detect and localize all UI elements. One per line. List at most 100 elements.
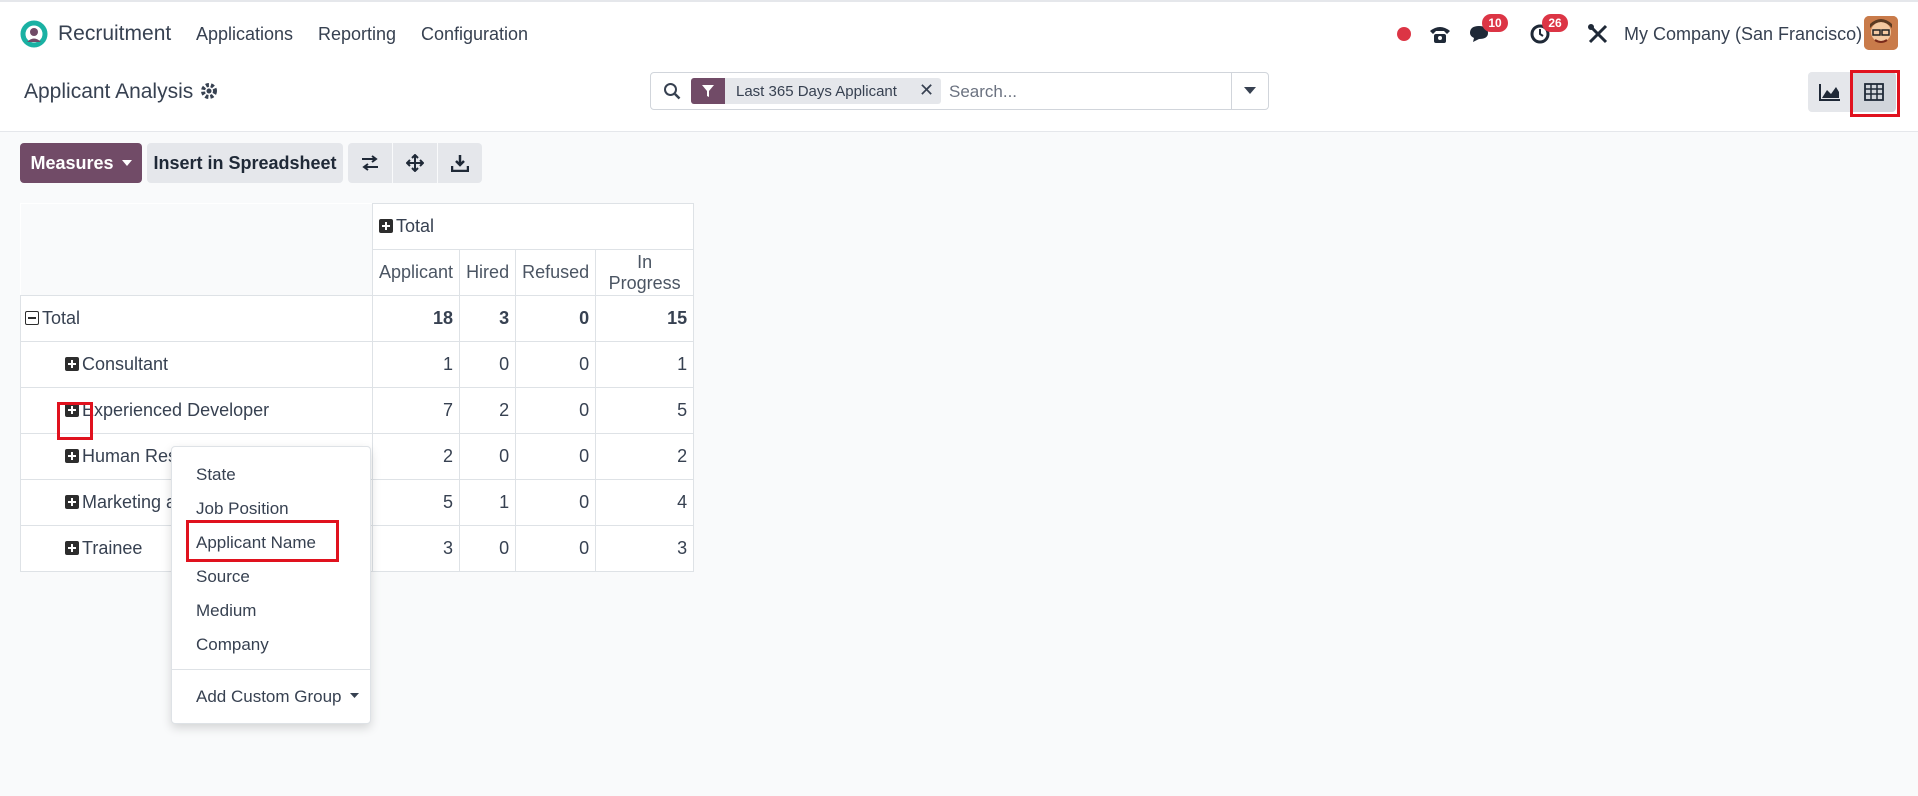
filter-funnel-icon bbox=[691, 78, 725, 104]
row-header[interactable]: Consultant bbox=[20, 341, 373, 388]
expand-plus-icon bbox=[65, 495, 79, 509]
expand-plus-icon bbox=[65, 449, 79, 463]
groupby-option-company[interactable]: Company bbox=[196, 635, 269, 655]
recruitment-logo-icon[interactable] bbox=[20, 20, 48, 48]
company-switcher[interactable]: My Company (San Francisco) bbox=[1624, 24, 1862, 45]
messages-badge: 10 bbox=[1482, 14, 1508, 32]
cell-value[interactable]: 0 bbox=[515, 479, 597, 526]
activities-badge: 26 bbox=[1542, 14, 1568, 32]
col-header-measure[interactable]: Applicant bbox=[371, 249, 461, 296]
nav-configuration[interactable]: Configuration bbox=[421, 24, 528, 45]
cell-value[interactable]: 0 bbox=[459, 341, 517, 388]
facet-close-icon[interactable]: ✕ bbox=[919, 80, 934, 101]
cell-value[interactable]: 5 bbox=[371, 479, 461, 526]
cell-value[interactable]: 5 bbox=[595, 387, 695, 434]
nav-applications[interactable]: Applications bbox=[196, 24, 293, 45]
table-row: Experienced Developer 7 2 0 5 bbox=[20, 387, 695, 434]
row-header-total[interactable]: Total bbox=[20, 295, 373, 342]
groupby-option-state[interactable]: State bbox=[196, 465, 236, 485]
phone-icon[interactable] bbox=[1426, 20, 1454, 48]
nav-reporting[interactable]: Reporting bbox=[318, 24, 396, 45]
col-group-label: Total bbox=[396, 216, 435, 236]
groupby-option-applicant-name[interactable]: Applicant Name bbox=[196, 533, 316, 553]
caret-down-icon bbox=[121, 160, 132, 166]
search-options-toggle[interactable] bbox=[1231, 73, 1268, 109]
search-input[interactable] bbox=[947, 79, 1231, 105]
add-custom-group-label: Add Custom Group bbox=[196, 687, 342, 706]
cell-value[interactable]: 0 bbox=[515, 387, 597, 434]
groupby-option-source[interactable]: Source bbox=[196, 567, 250, 587]
cell-value[interactable]: 18 bbox=[371, 295, 461, 342]
pivot-corner bbox=[20, 203, 373, 250]
cell-value[interactable]: 4 bbox=[595, 479, 695, 526]
cell-value[interactable]: 2 bbox=[459, 387, 517, 434]
groupby-option-job-position[interactable]: Job Position bbox=[196, 499, 289, 519]
cell-value[interactable]: 1 bbox=[459, 479, 517, 526]
cell-value[interactable]: 3 bbox=[595, 525, 695, 572]
expand-plus-icon bbox=[379, 219, 393, 233]
row-header[interactable]: Experienced Developer bbox=[20, 387, 373, 434]
caret-down-icon bbox=[1244, 87, 1256, 94]
cell-value[interactable]: 0 bbox=[459, 433, 517, 480]
cell-value[interactable]: 7 bbox=[371, 387, 461, 434]
dropdown-divider bbox=[172, 669, 370, 670]
cell-value[interactable]: 1 bbox=[371, 341, 461, 388]
cell-value[interactable]: 0 bbox=[515, 433, 597, 480]
add-custom-group-select[interactable]: Add Custom Group bbox=[196, 687, 360, 707]
row-label: Trainee bbox=[82, 538, 143, 558]
area-chart-icon bbox=[1819, 84, 1840, 101]
cell-value[interactable]: 0 bbox=[459, 525, 517, 572]
cell-value[interactable]: 15 bbox=[595, 295, 695, 342]
facet-label: Last 365 Days Applicant bbox=[736, 83, 897, 100]
flip-axis-icon bbox=[362, 155, 378, 171]
graph-view-button[interactable] bbox=[1808, 72, 1852, 112]
groupby-dropdown: State Job Position Applicant Name Source… bbox=[171, 446, 371, 724]
cell-value[interactable]: 3 bbox=[371, 525, 461, 572]
col-header-measure[interactable]: Refused bbox=[515, 249, 597, 296]
table-grid-icon bbox=[1864, 83, 1884, 101]
cell-value[interactable]: 2 bbox=[595, 433, 695, 480]
app-name[interactable]: Recruitment bbox=[58, 22, 171, 46]
download-icon bbox=[451, 155, 469, 172]
expand-plus-icon bbox=[65, 403, 79, 417]
messages-icon[interactable]: 10 bbox=[1466, 14, 1508, 48]
collapse-minus-icon bbox=[25, 311, 39, 325]
cell-value[interactable]: 3 bbox=[459, 295, 517, 342]
cell-value[interactable]: 0 bbox=[515, 341, 597, 388]
pivot-corner bbox=[20, 249, 373, 296]
flip-axis-button[interactable] bbox=[348, 143, 392, 183]
cell-value[interactable]: 2 bbox=[371, 433, 461, 480]
col-header-measure[interactable]: In Progress bbox=[595, 249, 695, 296]
download-button[interactable] bbox=[438, 143, 482, 183]
cell-value[interactable]: 1 bbox=[595, 341, 695, 388]
activities-clock-icon[interactable]: 26 bbox=[1526, 14, 1568, 48]
gear-icon[interactable] bbox=[200, 82, 218, 100]
row-label: Consultant bbox=[82, 354, 169, 374]
row-label: Experienced Developer bbox=[82, 400, 270, 420]
pivot-view-button[interactable] bbox=[1852, 72, 1896, 112]
search-icon[interactable] bbox=[663, 82, 681, 105]
row-label: Total bbox=[42, 308, 81, 328]
cell-value[interactable]: 0 bbox=[515, 295, 597, 342]
measures-button[interactable]: Measures bbox=[20, 143, 142, 183]
filter-facet: Last 365 Days Applicant ✕ bbox=[691, 78, 941, 104]
table-row: Total 18 3 0 15 bbox=[20, 295, 695, 342]
debug-tools-icon[interactable] bbox=[1584, 20, 1612, 48]
top-navbar: Recruitment Applications Reporting Confi… bbox=[0, 0, 1918, 64]
col-header-total[interactable]: Total bbox=[371, 203, 695, 250]
col-header-measure[interactable]: Hired bbox=[459, 249, 517, 296]
expand-plus-icon bbox=[65, 357, 79, 371]
expand-arrows-icon bbox=[406, 154, 424, 172]
table-row: Consultant 1 0 0 1 bbox=[20, 341, 695, 388]
expand-plus-icon bbox=[65, 541, 79, 555]
caret-down-icon bbox=[350, 693, 360, 698]
page-title: Applicant Analysis bbox=[24, 80, 194, 103]
user-avatar[interactable] bbox=[1864, 16, 1898, 50]
expand-all-button[interactable] bbox=[393, 143, 437, 183]
measures-label: Measures bbox=[30, 152, 114, 173]
insert-in-spreadsheet-button[interactable]: Insert in Spreadsheet bbox=[147, 143, 343, 183]
recording-dot-icon[interactable] bbox=[1390, 20, 1418, 48]
groupby-option-medium[interactable]: Medium bbox=[196, 601, 256, 621]
cell-value[interactable]: 0 bbox=[515, 525, 597, 572]
search-bar: Last 365 Days Applicant ✕ bbox=[650, 72, 1269, 110]
